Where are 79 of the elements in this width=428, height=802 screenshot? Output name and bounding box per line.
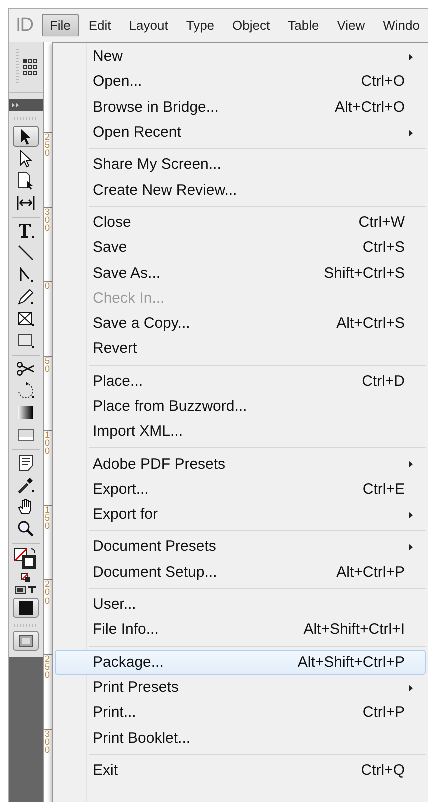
menu-item[interactable]: Print... Ctrl+P [55,700,426,726]
ruler-label: 250 [44,133,50,158]
shortcut-label: Alt+Ctrl+P [336,564,405,581]
menu-item[interactable]: User... [55,592,426,618]
shortcut-label: Ctrl+W [358,214,405,231]
menu-item[interactable]: Place... Ctrl+D [55,368,426,394]
shortcut-label: Ctrl+E [362,480,405,498]
menu-bar-item[interactable]: View [329,14,374,37]
container-icon [15,586,26,594]
zoom-icon [16,518,36,538]
menu-item[interactable]: New [55,44,426,70]
pencil-icon [16,286,36,306]
menu-bar-item[interactable]: Type [178,14,223,37]
ruler-label: 0 [44,282,50,290]
menu-item[interactable]: Adobe PDF Presets [55,451,426,477]
text-format-icon [28,586,37,594]
menu-item[interactable]: Create New Review... [55,177,426,203]
submenu-arrow-icon [409,461,413,468]
menu-item[interactable]: Open Recent [55,120,426,146]
menu-item[interactable]: Package... Alt+Shift+Ctrl+P [55,650,426,675]
shortcut-label: Ctrl+D [362,372,405,390]
tool-button[interactable] [13,126,39,147]
note-icon [16,452,36,472]
screen-mode-button[interactable] [13,631,39,651]
shortcut-label: Ctrl+O [361,73,405,90]
shortcut-label: Ctrl+S [362,239,405,256]
screen-icon [19,635,33,647]
menu-item[interactable]: Share My Screen... [55,152,426,178]
menu-item[interactable]: Document Presets [55,534,426,560]
shortcut-label: Alt+Ctrl+O [334,98,405,116]
line-icon [16,242,36,262]
ruler-label: 300 [44,730,50,754]
shortcut-label: Alt+Shift+Ctrl+P [298,654,405,671]
submenu-arrow-icon [409,684,413,692]
rotate-icon [16,380,36,400]
menu-item[interactable]: Revert [55,336,426,362]
app-logo: ID [14,14,34,36]
ruler-label: 200 [44,580,50,605]
menu-item[interactable]: Place from Buzzword... [55,394,426,420]
shortcut-label: Shift+Ctrl+S [324,264,405,282]
menu-item[interactable]: Export... Ctrl+E [55,476,426,502]
menu-item[interactable]: Save As... Shift+Ctrl+S [55,260,426,286]
submenu-arrow-icon [409,54,413,61]
ruler-label: 250 [44,654,50,680]
menu-item[interactable]: Print Booklet... [55,725,426,751]
shortcut-label: Ctrl+Q [361,762,405,779]
submenu-arrow-icon [409,130,413,137]
shortcut-label: Alt+Ctrl+S [336,315,405,332]
submenu-arrow-icon [409,544,413,552]
fill-stroke-icon [14,548,38,570]
ruler-label: 100 [44,431,50,456]
menu-bar-item[interactable]: Edit [80,14,120,37]
menu-item[interactable]: Open... Ctrl+O [55,69,426,95]
menu-item[interactable]: Close Ctrl+W [55,210,426,236]
menu-bar-item[interactable]: Table [280,14,328,37]
menu-bar-item[interactable]: Object [224,14,278,37]
submenu-arrow-icon [409,512,413,520]
ruler-label: 150 [44,506,50,530]
menu-item[interactable]: Save a Copy... Alt+Ctrl+S [55,310,426,336]
menu-item[interactable]: Save Ctrl+S [55,235,426,260]
menu-bar-item[interactable]: File [42,14,79,37]
square-icon [19,601,33,615]
menu-item[interactable]: Browse in Bridge... Alt+Ctrl+O [55,94,426,120]
menu-bar-item[interactable]: Windo [375,14,428,37]
expand-icon [12,102,20,108]
menu-bar-item[interactable]: Layout [121,14,176,37]
normal-mode-button[interactable] [13,598,39,618]
shortcut-label: Alt+Shift+Ctrl+I [304,621,405,638]
menu-item[interactable]: Print Presets [55,674,426,700]
shortcut-label: Ctrl+P [362,704,405,722]
menu-item[interactable]: Import XML... [55,419,426,444]
ruler-label: 300 [44,208,50,232]
ruler-label: 50 [44,356,50,373]
default-colors-icon [21,573,31,583]
menu-item[interactable]: File Info... Alt+Shift+Ctrl+I [55,617,426,643]
menu-item[interactable]: Export for [55,502,426,528]
grid-icon [22,59,36,75]
menu-item[interactable]: Document Setup... Alt+Ctrl+P [55,560,426,585]
menu-item[interactable]: Exit Ctrl+Q [55,758,426,784]
